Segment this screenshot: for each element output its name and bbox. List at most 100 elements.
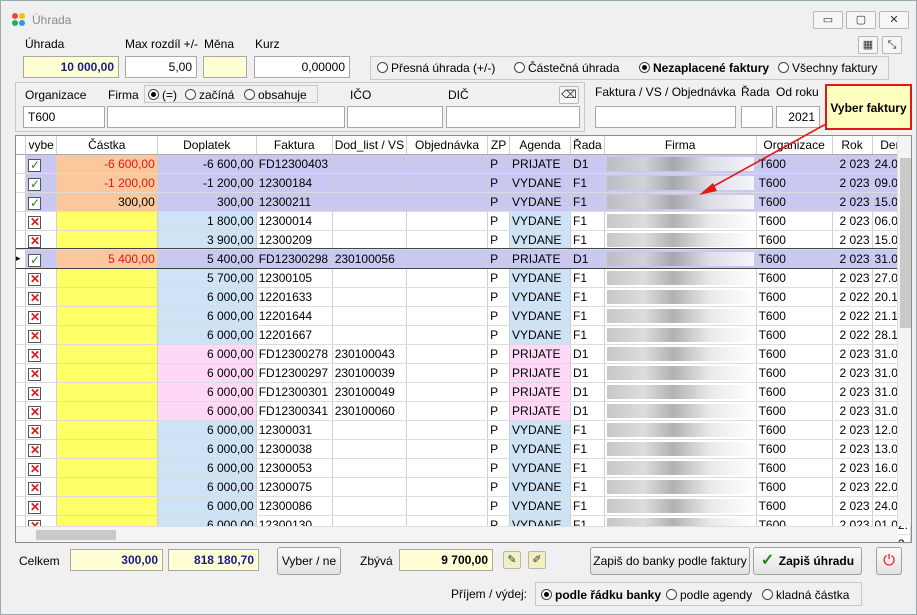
cell-organizace[interactable]: T600: [756, 439, 833, 459]
cell-castka[interactable]: [56, 496, 158, 516]
cell-faktura[interactable]: 12300211: [256, 192, 333, 212]
uhrada-field[interactable]: 10 000,00: [23, 56, 119, 78]
cell-rada[interactable]: D1: [570, 401, 605, 421]
prijem-kladna[interactable]: kladná částka: [762, 588, 849, 602]
cell-organizace[interactable]: T600: [756, 287, 833, 307]
cell-dod-list[interactable]: [332, 306, 408, 326]
cell-castka[interactable]: [56, 230, 158, 250]
cell-castka[interactable]: [56, 477, 158, 497]
cell-faktura[interactable]: 12300053: [256, 458, 333, 478]
cell-rok[interactable]: 2 022: [832, 287, 873, 307]
radio-nezaplacene[interactable]: Nezaplacené faktury: [639, 61, 769, 75]
cell-firma[interactable]: [604, 363, 757, 383]
cell-rok[interactable]: 2 023: [832, 230, 873, 250]
cell-zp[interactable]: P: [487, 458, 511, 478]
cell-castka[interactable]: -6 600,00: [56, 154, 158, 174]
cell-castka[interactable]: 5 400,00: [56, 249, 158, 269]
cell-agenda[interactable]: VYDANE: [509, 192, 572, 212]
cell-firma[interactable]: [604, 287, 757, 307]
cell-organizace[interactable]: T600: [756, 477, 833, 497]
max-rozdil-field[interactable]: 5,00: [125, 56, 197, 78]
cell-rada[interactable]: F1: [570, 306, 605, 326]
cell-doplatek[interactable]: 6 000,00: [157, 382, 257, 402]
cell-doplatek[interactable]: 6 000,00: [157, 420, 257, 440]
cell-agenda[interactable]: PRIJATE: [509, 401, 572, 421]
zapis-do-banky-button[interactable]: Zapiš do banky podle faktury: [590, 547, 750, 575]
cell-organizace[interactable]: T600: [756, 458, 833, 478]
cell-zp[interactable]: P: [487, 192, 511, 212]
radio-presna[interactable]: Přesná úhrada (+/-): [377, 61, 495, 75]
cell-zp[interactable]: P: [487, 420, 511, 440]
cell-faktura[interactable]: 12300075: [256, 477, 333, 497]
cross-icon[interactable]: ✕: [28, 500, 42, 514]
cell-organizace[interactable]: T600: [756, 420, 833, 440]
cell-agenda[interactable]: VYDANE: [509, 496, 572, 516]
cell-agenda[interactable]: VYDANE: [509, 268, 572, 288]
cell-dod-list[interactable]: 230100043: [332, 344, 408, 364]
cell-objednavka[interactable]: [406, 401, 489, 421]
header-castka[interactable]: Částka: [56, 136, 158, 155]
cell-dod-list[interactable]: [332, 192, 408, 212]
cell-objednavka[interactable]: [406, 420, 489, 440]
cell-dod-list[interactable]: [332, 496, 408, 516]
cell-organizace[interactable]: T600: [756, 306, 833, 326]
cell-rada[interactable]: D1: [570, 363, 605, 383]
header-dod-list[interactable]: Dod_list / VS: [332, 136, 408, 155]
cell-doplatek[interactable]: 5 400,00: [157, 249, 257, 269]
header-agenda[interactable]: Agenda: [509, 136, 572, 155]
cell-dod-list[interactable]: [332, 477, 408, 497]
cell-objednavka[interactable]: [406, 249, 489, 269]
table-row[interactable]: ▸ ✓ 5 400,00 5 400,00 FD12300298 230100056 P PR…: [16, 248, 911, 269]
cell-zp[interactable]: P: [487, 268, 511, 288]
cell-rok[interactable]: 2 023: [832, 173, 873, 193]
cell-dod-list[interactable]: [332, 458, 408, 478]
cross-icon[interactable]: ✕: [28, 215, 42, 229]
cell-rok[interactable]: 2 023: [832, 439, 873, 459]
table-row[interactable]: ✕ 6 000,00 12300053 P VYDANE F1 T600 2 023 16.01…: [16, 458, 911, 478]
cell-organizace[interactable]: T600: [756, 325, 833, 345]
cell-objednavka[interactable]: [406, 287, 489, 307]
cell-castka[interactable]: [56, 382, 158, 402]
cell-rok[interactable]: 2 023: [832, 268, 873, 288]
table-row[interactable]: ✕ 6 000,00 12300086 P VYDANE F1 T600 2 023 24.01…: [16, 496, 911, 516]
cell-firma[interactable]: [604, 211, 757, 231]
cell-rok[interactable]: 2 023: [832, 458, 873, 478]
cell-rok[interactable]: 2 023: [832, 401, 873, 421]
cross-icon[interactable]: ✕: [28, 424, 42, 438]
cell-firma[interactable]: [604, 401, 757, 421]
cell-rok[interactable]: 2 023: [832, 192, 873, 212]
cell-agenda[interactable]: VYDANE: [509, 306, 572, 326]
cell-organizace[interactable]: T600: [756, 230, 833, 250]
cell-rada[interactable]: F1: [570, 230, 605, 250]
cell-zp[interactable]: P: [487, 306, 511, 326]
close-button[interactable]: ✕: [879, 11, 909, 29]
cell-rada[interactable]: D1: [570, 154, 605, 174]
cell-faktura[interactable]: FD12300301: [256, 382, 333, 402]
cell-rok[interactable]: 2 022: [832, 325, 873, 345]
cell-rada[interactable]: F1: [570, 420, 605, 440]
cross-icon[interactable]: ✕: [28, 481, 42, 495]
cell-agenda[interactable]: VYDANE: [509, 439, 572, 459]
cell-dod-list[interactable]: [332, 211, 408, 231]
cell-firma[interactable]: [604, 306, 757, 326]
cell-faktura[interactable]: FD12300341: [256, 401, 333, 421]
radio-castecna[interactable]: Částečná úhrada: [514, 61, 619, 75]
cell-faktura[interactable]: FD12300298: [256, 249, 333, 269]
checkmark-icon[interactable]: ✓: [28, 177, 42, 191]
firma-mode-contains[interactable]: obsahuje: [244, 88, 307, 102]
clear-filter-button[interactable]: ⌫: [559, 86, 579, 104]
checkmark-icon[interactable]: ✓: [28, 196, 42, 210]
cell-dod-list[interactable]: [332, 268, 408, 288]
cell-doplatek[interactable]: -1 200,00: [157, 173, 257, 193]
cell-vybe[interactable]: ✓: [25, 192, 57, 212]
cell-vybe[interactable]: ✕: [25, 287, 57, 307]
vertical-scrollbar[interactable]: [897, 136, 911, 526]
cell-castka[interactable]: [56, 306, 158, 326]
cell-dod-list[interactable]: [332, 325, 408, 345]
cross-icon[interactable]: ✕: [28, 386, 42, 400]
cell-zp[interactable]: P: [487, 477, 511, 497]
cell-faktura[interactable]: 12300184: [256, 173, 333, 193]
cell-organizace[interactable]: T600: [756, 496, 833, 516]
cell-rada[interactable]: F1: [570, 496, 605, 516]
cross-icon[interactable]: ✕: [28, 367, 42, 381]
